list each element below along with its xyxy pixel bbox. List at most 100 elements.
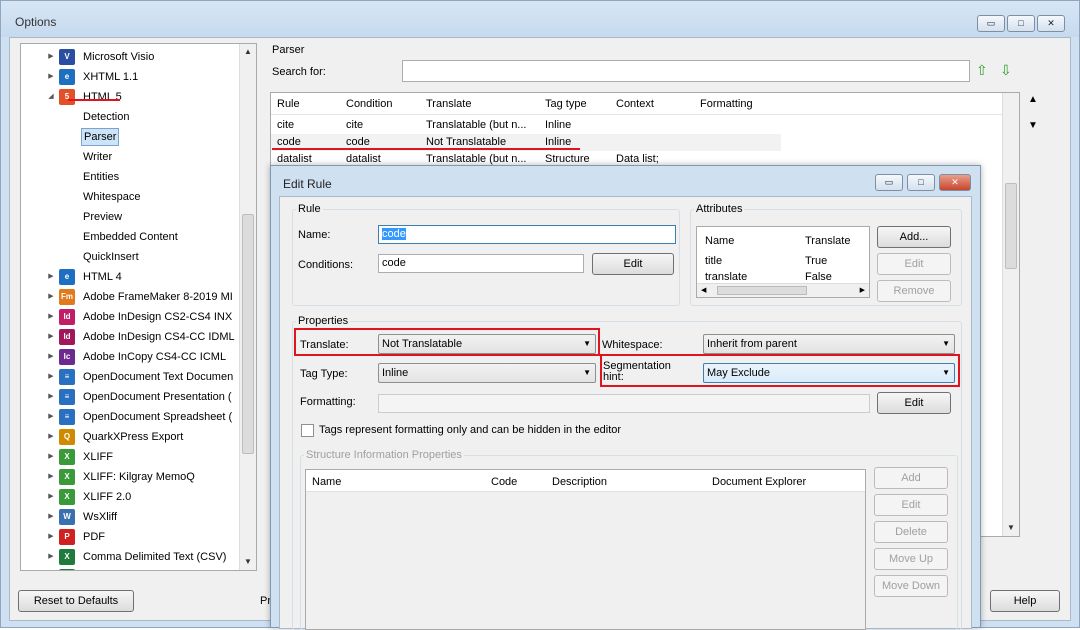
tree-item[interactable]: ▶ Id Adobe InDesign CS4-CC IDML bbox=[21, 328, 241, 346]
tree-item[interactable]: QuickInsert bbox=[21, 248, 241, 266]
attr-col-translate[interactable]: Translate bbox=[805, 235, 850, 247]
formatting-input[interactable] bbox=[378, 394, 870, 413]
green-up-arrow-icon[interactable]: ⇧ bbox=[976, 62, 988, 79]
attribute-add-button[interactable]: Add... bbox=[877, 226, 951, 248]
tree-item-selected[interactable]: Parser bbox=[21, 128, 241, 146]
attributes-scroll-thumb[interactable] bbox=[717, 286, 807, 295]
attributes-list[interactable]: Name Translate title True translate Fals… bbox=[696, 226, 870, 298]
tree-item[interactable]: Whitespace bbox=[21, 188, 241, 206]
dialog-minimize-button[interactable]: ▭ bbox=[875, 174, 903, 191]
tree-item[interactable]: ▶ ≡ OpenDocument Text Documen bbox=[21, 368, 241, 386]
tree-item[interactable]: ▶ X Comma Delimited Text (CSV) bbox=[21, 548, 241, 566]
expand-arrow-icon[interactable]: ▶ bbox=[47, 528, 55, 546]
structure-edit-button[interactable]: Edit bbox=[874, 494, 948, 516]
maximize-button[interactable]: □ bbox=[1007, 15, 1035, 32]
scroll-left-arrow-icon[interactable]: ◀ bbox=[701, 286, 706, 294]
name-input[interactable]: code bbox=[378, 225, 676, 244]
conditions-input[interactable]: code bbox=[378, 254, 584, 273]
scroll-right-arrow-icon[interactable]: ▶ bbox=[860, 286, 865, 294]
expand-arrow-icon[interactable]: ▶ bbox=[47, 368, 55, 386]
tree-item[interactable]: ▶ X XLIFF bbox=[21, 448, 241, 466]
expand-arrow-icon[interactable]: ▶ bbox=[47, 568, 55, 570]
tree-item[interactable]: ▶ V Microsoft Visio bbox=[21, 48, 241, 66]
collapse-arrow-icon[interactable]: ◢ bbox=[47, 88, 55, 106]
attribute-edit-button[interactable]: Edit bbox=[877, 253, 951, 275]
formatting-only-checkbox[interactable] bbox=[301, 424, 314, 437]
tree-scroll-thumb[interactable] bbox=[242, 214, 254, 454]
dialog-close-button[interactable]: ✕ bbox=[939, 174, 971, 191]
rules-scroll-thumb[interactable] bbox=[1005, 183, 1017, 269]
tree-item[interactable]: ◢ 5 HTML 5 bbox=[21, 88, 241, 106]
scroll-down-arrow-icon[interactable]: ▼ bbox=[1004, 520, 1018, 536]
tree-item[interactable]: Writer bbox=[21, 148, 241, 166]
expand-arrow-icon[interactable]: ▶ bbox=[47, 488, 55, 506]
dialog-maximize-button[interactable]: □ bbox=[907, 174, 935, 191]
col-translate[interactable]: Translate bbox=[426, 98, 471, 110]
tree-item[interactable]: ▶ Q QuarkXPress Export bbox=[21, 428, 241, 446]
expand-arrow-icon[interactable]: ▶ bbox=[47, 48, 55, 66]
move-rule-up-icon[interactable]: ▲ bbox=[1028, 94, 1038, 105]
col-condition[interactable]: Condition bbox=[346, 98, 392, 110]
tree-item[interactable]: ▶ P PDF bbox=[21, 528, 241, 546]
expand-arrow-icon[interactable]: ▶ bbox=[47, 308, 55, 326]
search-input[interactable] bbox=[402, 60, 970, 82]
attributes-hscrollbar[interactable]: ◀ ▶ bbox=[697, 283, 869, 297]
scroll-up-arrow-icon[interactable]: ▲ bbox=[241, 44, 255, 60]
minimize-button[interactable]: ▭ bbox=[977, 15, 1005, 32]
tree-item[interactable]: Entities bbox=[21, 168, 241, 186]
structure-info-table[interactable]: Name Code Description Document Explorer bbox=[305, 469, 866, 630]
col-tag-type[interactable]: Tag type bbox=[545, 98, 587, 110]
attribute-remove-button[interactable]: Remove bbox=[877, 280, 951, 302]
tree-item[interactable]: ▶ Ic Adobe InCopy CS4-CC ICML bbox=[21, 348, 241, 366]
struct-col-name[interactable]: Name bbox=[312, 476, 341, 488]
help-button[interactable]: Help bbox=[990, 590, 1060, 612]
conditions-edit-button[interactable]: Edit bbox=[592, 253, 674, 275]
struct-col-code[interactable]: Code bbox=[491, 476, 517, 488]
scroll-down-arrow-icon[interactable]: ▼ bbox=[241, 554, 255, 570]
expand-arrow-icon[interactable]: ▶ bbox=[47, 68, 55, 86]
expand-arrow-icon[interactable]: ▶ bbox=[47, 328, 55, 346]
struct-col-description[interactable]: Description bbox=[552, 476, 607, 488]
expand-arrow-icon[interactable]: ▶ bbox=[47, 448, 55, 466]
struct-col-document-explorer[interactable]: Document Explorer bbox=[712, 476, 806, 488]
structure-move-down-button[interactable]: Move Down bbox=[874, 575, 948, 597]
col-formatting[interactable]: Formatting bbox=[700, 98, 753, 110]
whitespace-select[interactable]: Inherit from parent ▼ bbox=[703, 334, 955, 354]
close-button[interactable]: ✕ bbox=[1037, 15, 1065, 32]
move-rule-down-icon[interactable]: ▼ bbox=[1028, 120, 1038, 131]
expand-arrow-icon[interactable]: ▶ bbox=[47, 288, 55, 306]
expand-arrow-icon[interactable]: ▶ bbox=[47, 348, 55, 366]
tag-type-select[interactable]: Inline ▼ bbox=[378, 363, 596, 383]
tree-item[interactable]: ▶ X Tab Delimited Text bbox=[21, 568, 241, 570]
tree-item[interactable]: ▶ W WsXliff bbox=[21, 508, 241, 526]
tree-item[interactable]: Preview bbox=[21, 208, 241, 226]
col-context[interactable]: Context bbox=[616, 98, 654, 110]
structure-move-up-button[interactable]: Move Up bbox=[874, 548, 948, 570]
expand-arrow-icon[interactable]: ▶ bbox=[47, 468, 55, 486]
col-rule[interactable]: Rule bbox=[277, 98, 300, 110]
table-row[interactable]: cite cite Translatable (but n... Inline bbox=[271, 117, 781, 134]
tree-item[interactable]: Embedded Content bbox=[21, 228, 241, 246]
tree-item[interactable]: ▶ e HTML 4 bbox=[21, 268, 241, 286]
tree-item[interactable]: ▶ Fm Adobe FrameMaker 8-2019 MI bbox=[21, 288, 241, 306]
formatting-edit-button[interactable]: Edit bbox=[877, 392, 951, 414]
tree-item[interactable]: Detection bbox=[21, 108, 241, 126]
tree-item[interactable]: ▶ e XHTML 1.1 bbox=[21, 68, 241, 86]
green-down-arrow-icon[interactable]: ⇩ bbox=[1000, 62, 1012, 79]
rules-table-scrollbar[interactable]: ▼ bbox=[1002, 93, 1019, 536]
structure-add-button[interactable]: Add bbox=[874, 467, 948, 489]
tree-item[interactable]: ▶ X XLIFF: Kilgray MemoQ bbox=[21, 468, 241, 486]
expand-arrow-icon[interactable]: ▶ bbox=[47, 508, 55, 526]
tree-item[interactable]: ▶ Id Adobe InDesign CS2-CS4 INX bbox=[21, 308, 241, 326]
options-tree[interactable]: ▶ V Microsoft Visio ▶ e XHTML 1.1 ◢ 5 HTML 5 Dete… bbox=[20, 43, 257, 571]
tree-item[interactable]: ▶ ≡ OpenDocument Presentation ( bbox=[21, 388, 241, 406]
attr-col-name[interactable]: Name bbox=[705, 235, 734, 247]
tree-item[interactable]: ▶ ≡ OpenDocument Spreadsheet ( bbox=[21, 408, 241, 426]
tree-scrollbar[interactable]: ▲ ▼ bbox=[239, 44, 256, 570]
expand-arrow-icon[interactable]: ▶ bbox=[47, 428, 55, 446]
tree-item[interactable]: ▶ X XLIFF 2.0 bbox=[21, 488, 241, 506]
reset-defaults-button[interactable]: Reset to Defaults bbox=[18, 590, 134, 612]
expand-arrow-icon[interactable]: ▶ bbox=[47, 408, 55, 426]
expand-arrow-icon[interactable]: ▶ bbox=[47, 388, 55, 406]
expand-arrow-icon[interactable]: ▶ bbox=[47, 268, 55, 286]
